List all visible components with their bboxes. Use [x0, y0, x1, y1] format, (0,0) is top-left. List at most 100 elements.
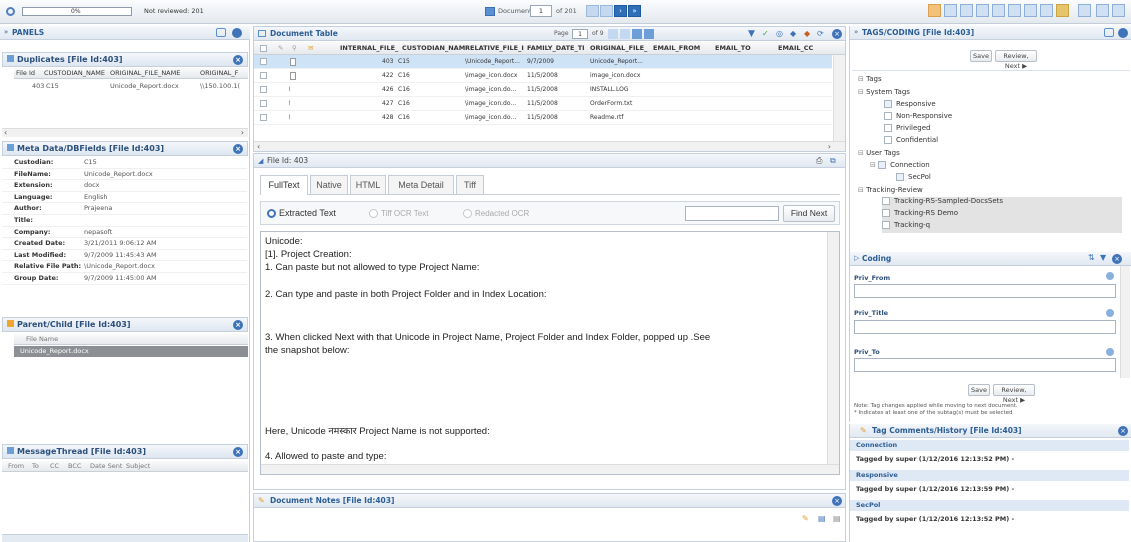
table-prev2-button[interactable]: [620, 29, 630, 39]
collapse-icon[interactable]: ⊟: [858, 75, 866, 83]
table-row[interactable]: 422 C16 \image_icon.docx 11/5/2008 image…: [254, 69, 832, 83]
priv-title-field[interactable]: [854, 320, 1116, 334]
collapse-icon[interactable]: ⊟: [870, 161, 878, 169]
close-notes-icon[interactable]: ×: [832, 496, 842, 506]
priv-to-field[interactable]: [854, 358, 1116, 372]
close-parent-child-icon[interactable]: ×: [233, 320, 243, 330]
mt-col-cc[interactable]: CC: [50, 461, 59, 472]
col-custodian-name[interactable]: CUSTODIAN_NAM: [402, 42, 465, 55]
settings-icon[interactable]: [6, 7, 15, 16]
prev-page-button[interactable]: [600, 5, 613, 17]
layout-icon-12[interactable]: [1112, 4, 1125, 17]
last-page-button[interactable]: »: [628, 5, 641, 17]
tag-checkbox[interactable]: [882, 197, 890, 205]
duplicates-row[interactable]: 403 C15 Unicode_Report.docx \\150.100.1(: [14, 81, 248, 92]
close-duplicates-icon[interactable]: ×: [233, 55, 243, 65]
popout-icon[interactable]: ⧉: [830, 156, 836, 166]
tree-node-tracking-rs-demo[interactable]: Tracking-RS Demo: [882, 209, 1122, 221]
text-hscrollbar[interactable]: [261, 464, 839, 474]
table-hscrollbar[interactable]: ‹ ›: [254, 141, 845, 151]
layout-icon-4[interactable]: [976, 4, 989, 17]
close-coding-icon[interactable]: ×: [1112, 254, 1122, 264]
next-page-button[interactable]: ›: [614, 5, 627, 17]
refresh-icon[interactable]: [216, 28, 226, 37]
tag-checkbox[interactable]: [882, 209, 890, 217]
extracted-text-radio[interactable]: [267, 209, 276, 218]
dup-col-original-file-name[interactable]: ORIGINAL_FILE_NAME: [110, 68, 180, 79]
priv-from-field[interactable]: [854, 284, 1116, 298]
document-number-input[interactable]: 1: [530, 5, 552, 17]
layout-icon-3[interactable]: [960, 4, 973, 17]
dup-col-original-f[interactable]: ORIGINAL_F: [200, 68, 238, 79]
coding-vscrollbar[interactable]: [1120, 266, 1130, 378]
tree-node-system-tags[interactable]: ⊟ System Tags: [858, 88, 910, 96]
col-email-to[interactable]: EMAIL_TO: [715, 42, 751, 55]
refresh-table-icon[interactable]: ⟳: [817, 29, 824, 38]
tree-node-tracking-rs-sampled[interactable]: Tracking-RS-Sampled-DocsSets: [882, 197, 1122, 209]
table-vscrollbar[interactable]: [833, 55, 845, 143]
mt-col-to[interactable]: To: [32, 461, 39, 472]
tags-save-button[interactable]: Save: [970, 50, 992, 62]
sort-icon[interactable]: ⇅: [1088, 253, 1095, 262]
tree-node-tags[interactable]: ⊟ Tags: [858, 75, 882, 83]
close-table-icon[interactable]: ×: [832, 29, 842, 39]
coding-filter-icon[interactable]: ▼: [1100, 253, 1106, 262]
table-row[interactable]: ⌇ 428 C16 \image_icon.do... 11/5/2008 Re…: [254, 111, 832, 125]
tree-node-secpol[interactable]: SecPol: [896, 173, 931, 181]
close-metadata-icon[interactable]: ×: [233, 144, 243, 154]
duplicates-hscrollbar[interactable]: ‹ ›: [2, 128, 248, 137]
close-message-thread-icon[interactable]: ×: [233, 447, 243, 457]
tab-tiff[interactable]: Tiff: [456, 175, 484, 194]
layout-icon-8[interactable]: [1040, 4, 1053, 17]
dup-col-fileid[interactable]: File Id: [16, 68, 35, 79]
close-comments-icon[interactable]: ×: [1118, 426, 1128, 436]
comment-tag-secpol[interactable]: SecPol: [850, 500, 1129, 511]
tree-node-connection[interactable]: ⊟ Connection: [870, 161, 930, 169]
filter-icon[interactable]: ▼: [748, 29, 755, 39]
select-all-checkbox[interactable]: [260, 45, 267, 52]
tab-native[interactable]: Native: [310, 175, 348, 194]
table-row[interactable]: 403 C15 \Unicode_Report... 9/7/2009 Unic…: [254, 55, 832, 69]
tree-node-responsive[interactable]: Responsive: [884, 100, 936, 108]
col-email-from[interactable]: EMAIL_FROM: [653, 42, 700, 55]
check-icon[interactable]: ✓: [762, 29, 769, 38]
col-internal-file[interactable]: INTERNAL_FILE_: [340, 42, 398, 55]
edit-note-icon[interactable]: ▤: [818, 514, 826, 523]
view-icon[interactable]: ◎: [776, 29, 783, 38]
table-last-button[interactable]: [644, 29, 654, 39]
dup-col-custodian[interactable]: CUSTODIAN_NAME: [44, 68, 105, 79]
tags-collapse-icon[interactable]: »: [854, 28, 858, 36]
tree-node-tracking-q[interactable]: Tracking-q: [882, 221, 1122, 233]
collapse-icon[interactable]: ⊟: [858, 186, 866, 194]
text-vscrollbar[interactable]: [827, 232, 839, 464]
tag-checkbox[interactable]: [882, 221, 890, 229]
tiff-ocr-radio[interactable]: [369, 209, 378, 218]
tree-node-tracking-review[interactable]: ⊟ Tracking-Review: [858, 186, 923, 194]
parent-child-row[interactable]: Unicode_Report.docx: [14, 346, 248, 357]
mt-col-bcc[interactable]: BCC: [68, 461, 81, 472]
row-checkbox[interactable]: [260, 86, 267, 93]
tag-checkbox[interactable]: [884, 136, 892, 144]
find-input[interactable]: [685, 206, 779, 221]
tag-checkbox[interactable]: [878, 161, 887, 169]
export-icon[interactable]: ◆: [804, 29, 810, 38]
layout-icon-11[interactable]: [1096, 4, 1109, 17]
col-relative-file[interactable]: RELATIVE_FILE_I: [465, 42, 524, 55]
col-file-name[interactable]: File Name: [26, 334, 58, 345]
add-note-icon[interactable]: ✎: [802, 514, 809, 523]
print-icon[interactable]: ⎙: [816, 156, 822, 166]
tag-checkbox[interactable]: [884, 112, 892, 120]
collapse-panels-icon[interactable]: »: [4, 28, 8, 36]
collapse-icon[interactable]: ⊟: [858, 88, 866, 96]
document-text-area[interactable]: Unicode: [1]. Project Creation: 1. Can p…: [260, 231, 840, 475]
col-family-date[interactable]: FAMILY_DATE_TI: [527, 42, 585, 55]
table-row[interactable]: ⌇ 427 C16 \image_icon.do... 11/5/2008 Or…: [254, 97, 832, 111]
row-checkbox[interactable]: [260, 114, 267, 121]
row-checkbox[interactable]: [260, 100, 267, 107]
delete-note-icon[interactable]: ▤: [833, 514, 841, 523]
tags-refresh-icon[interactable]: [1104, 28, 1114, 37]
tags-review-next-button[interactable]: Review, Next ▶: [995, 50, 1037, 70]
comment-tag-responsive[interactable]: Responsive: [850, 470, 1129, 481]
tag-checkbox[interactable]: [896, 173, 904, 181]
tag-checkbox[interactable]: [884, 124, 892, 132]
